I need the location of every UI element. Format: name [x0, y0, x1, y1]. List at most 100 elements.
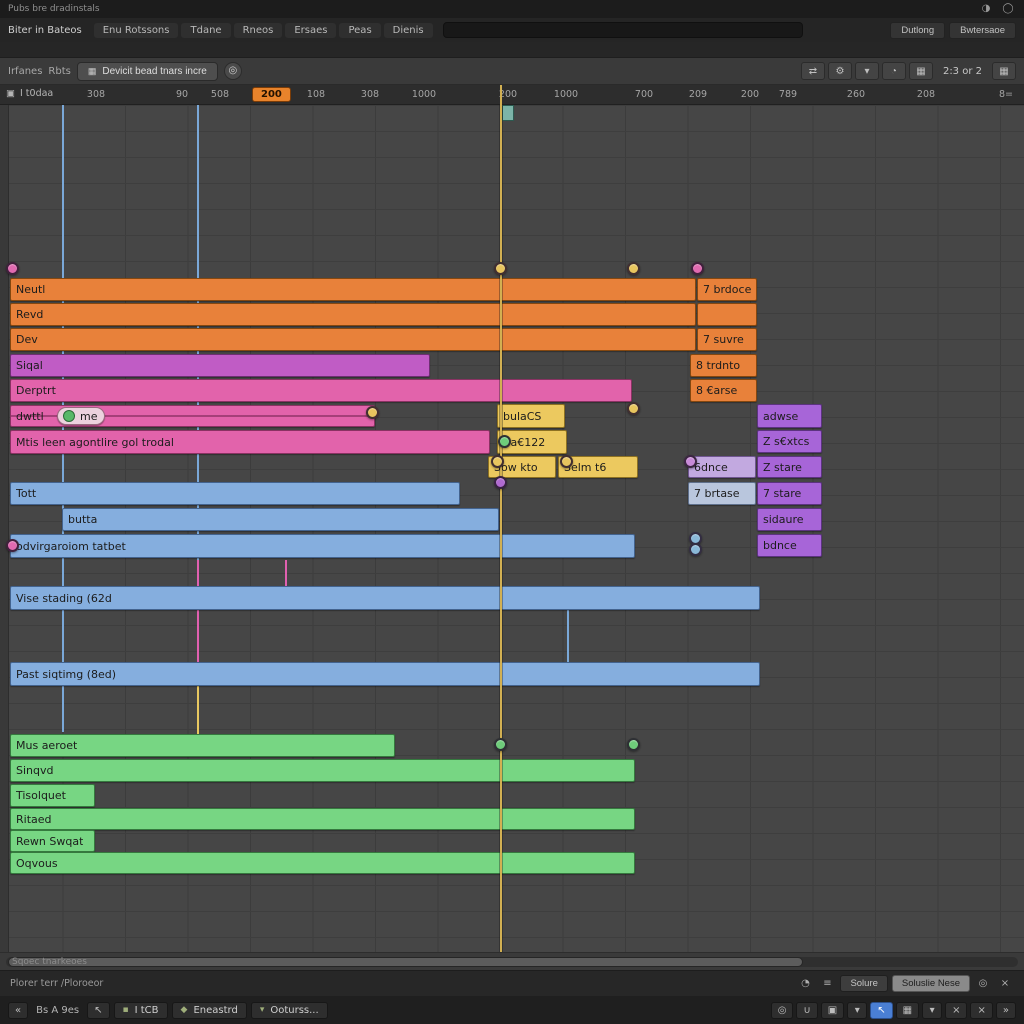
strip-mtis-leen-agontlire-gol-trodal[interactable]: Mtis leen agontlire gol trodal [10, 430, 490, 454]
link-icon[interactable]: ⇄ [801, 62, 825, 80]
strip-ritaed[interactable]: Ritaed [10, 808, 635, 830]
strip-revd[interactable]: Revd [10, 303, 696, 326]
strip-7-brdoce[interactable]: 7 brdoce [697, 278, 757, 301]
menubar-button-2[interactable]: Bwtersaoe [949, 22, 1016, 39]
strip-past-siqtimg-8ed[interactable]: Past siqtimg (8ed) [10, 662, 760, 686]
keyframe-marker[interactable] [494, 738, 507, 751]
keyframe-marker[interactable] [627, 262, 640, 275]
top-menubar: Pubs bre dradinstals ◑◯ [0, 0, 1024, 18]
keyframe-marker[interactable] [6, 262, 19, 275]
layout-grid-icon[interactable]: ▦ [992, 62, 1016, 80]
menu-item-5[interactable]: Peas [339, 23, 380, 38]
strip-me[interactable]: me [57, 407, 105, 425]
strip-sidaure[interactable]: sidaure [757, 508, 822, 531]
strip-sinqvd[interactable]: Sinqvd [10, 759, 635, 782]
filter-button[interactable]: ◎ [224, 62, 242, 80]
list-icon[interactable]: ≡ [818, 978, 836, 989]
strip-segment[interactable] [697, 303, 757, 326]
strip-7-stare[interactable]: 7 stare [757, 482, 822, 505]
ruler-tick: 108 [307, 89, 325, 100]
strip-7-brtase[interactable]: 7 brtase [688, 482, 756, 505]
strip-butta[interactable]: butta [62, 508, 499, 531]
current-frame-badge[interactable]: 200 [252, 87, 291, 102]
strip-adwse[interactable]: adwse [757, 404, 822, 428]
menu-item-3[interactable]: Rneos [234, 23, 283, 38]
strip-z-stare[interactable]: Z stare [757, 456, 822, 478]
chevron-down-icon[interactable]: ▾ [855, 62, 879, 80]
active-tool-icon[interactable]: ↖ [870, 1002, 892, 1019]
keyframe-marker[interactable] [491, 455, 504, 468]
search-bar[interactable] [443, 22, 803, 38]
gear-icon[interactable]: ⚙ [828, 62, 852, 80]
strip-oqvous[interactable]: Oqvous [10, 852, 635, 874]
menu-item-2[interactable]: Tdane [181, 23, 230, 38]
keyframe-marker[interactable] [627, 402, 640, 415]
account-icon[interactable]: ◯ [1000, 2, 1016, 16]
strip-7-suvre[interactable]: 7 suvre [697, 328, 757, 351]
close-icon[interactable]: × [945, 1002, 967, 1019]
keyframe-marker[interactable] [494, 476, 507, 489]
ruler-playhead[interactable] [500, 85, 502, 105]
record-icon[interactable]: ◎ [974, 978, 992, 989]
keyframe-marker[interactable] [6, 539, 19, 552]
timeline[interactable]: Neutl7 brdoceRevdDev7 suvre Siqal 8 trdnto… [0, 105, 1024, 952]
strip-mus-aeroet[interactable]: Mus aeroet [10, 734, 395, 757]
strip-8-trdnto[interactable]: 8 trdnto [690, 354, 757, 377]
hscroll-thumb[interactable] [8, 957, 803, 967]
strip-tisolquet[interactable]: Tisolquet [10, 784, 95, 807]
strip-bulacs[interactable]: bulaCS [497, 404, 565, 428]
strip-derptrt[interactable]: Derptrt [10, 379, 632, 402]
clock-icon[interactable]: ◔ [796, 978, 814, 989]
keyframe-marker[interactable] [691, 262, 704, 275]
soluslie-nese-button[interactable]: Soluslie Nese [892, 975, 970, 992]
strip-dev[interactable]: Dev [10, 328, 696, 351]
snap-options-icon[interactable]: ▾ [847, 1002, 867, 1019]
overlap-icon[interactable]: ▣ [821, 1002, 844, 1019]
insert-keyframe-chip[interactable]: ◆Eneastrd [172, 1002, 247, 1019]
jump-back-icon[interactable]: « [8, 1002, 28, 1019]
keyframe-marker[interactable] [498, 435, 511, 448]
check-icon [63, 410, 75, 422]
clock-icon[interactable]: ◔ [882, 62, 906, 80]
theme-icon[interactable]: ◑ [978, 2, 994, 16]
keyframe-marker[interactable] [366, 406, 379, 419]
dropdown-icon[interactable]: ▾ [922, 1002, 942, 1019]
keyframe-marker[interactable] [689, 543, 702, 556]
playhead[interactable] [500, 105, 502, 952]
keying-set-chip[interactable]: ▪I tCB [114, 1002, 168, 1019]
menu-item-4[interactable]: Ersaes [285, 23, 336, 38]
close-icon-2[interactable]: × [970, 1002, 992, 1019]
options-dropdown[interactable]: ▾Ooturss... [251, 1002, 328, 1019]
strip-8-arse[interactable]: 8 €arse [690, 379, 757, 402]
grid-icon[interactable]: ▦ [896, 1002, 919, 1019]
strip-vise-stading-62d[interactable]: Vise stading (62d [10, 586, 760, 610]
strip-siqal[interactable]: Siqal [10, 354, 430, 377]
strip-tott[interactable]: Tott [10, 482, 460, 505]
strip-odvirgaroiom-tatbet[interactable]: odvirgaroiom tatbet [10, 534, 635, 558]
keyframe-marker[interactable] [560, 455, 573, 468]
frames-label: Irfanes [8, 66, 42, 77]
mode-selector-button[interactable]: ▦ Devicit bead tnars incre [77, 62, 218, 81]
keyframe-marker[interactable] [684, 455, 697, 468]
strip-bdnce[interactable]: bdnce [757, 534, 822, 557]
expand-icon[interactable]: » [996, 1002, 1016, 1019]
timeline-ruler[interactable]: ▣ I t0daa 308905081083081000200100070020… [0, 85, 1024, 105]
close-icon[interactable]: × [996, 978, 1014, 989]
strip-neutl[interactable]: Neutl [10, 278, 696, 301]
magnet-icon[interactable]: ∪ [796, 1002, 817, 1019]
strip-z-s-xtcs[interactable]: Z s€xtcs [757, 430, 822, 453]
solure-button[interactable]: Solure [840, 975, 887, 992]
menu-item-6[interactable]: Dienis [384, 23, 433, 38]
keyframe-marker[interactable] [627, 738, 640, 751]
menu-item-1[interactable]: Enu Rotssons [94, 23, 179, 38]
keyframe-marker[interactable] [494, 262, 507, 275]
cursor-tool-icon[interactable]: ↖ [87, 1002, 109, 1019]
menubar-button-1[interactable]: Dutlong [890, 22, 945, 39]
strip-label: 6dnce [694, 461, 728, 474]
strip-rewn-swqat[interactable]: Rewn Swqat [10, 830, 95, 852]
strip-6dnce[interactable]: 6dnce [688, 456, 756, 478]
proportional-edit-icon[interactable]: ◎ [771, 1002, 794, 1019]
strip-label: sidaure [763, 513, 804, 526]
editor-type-icon: ▦ [88, 66, 97, 77]
overlay-grid-icon[interactable]: ▦ [909, 62, 933, 80]
